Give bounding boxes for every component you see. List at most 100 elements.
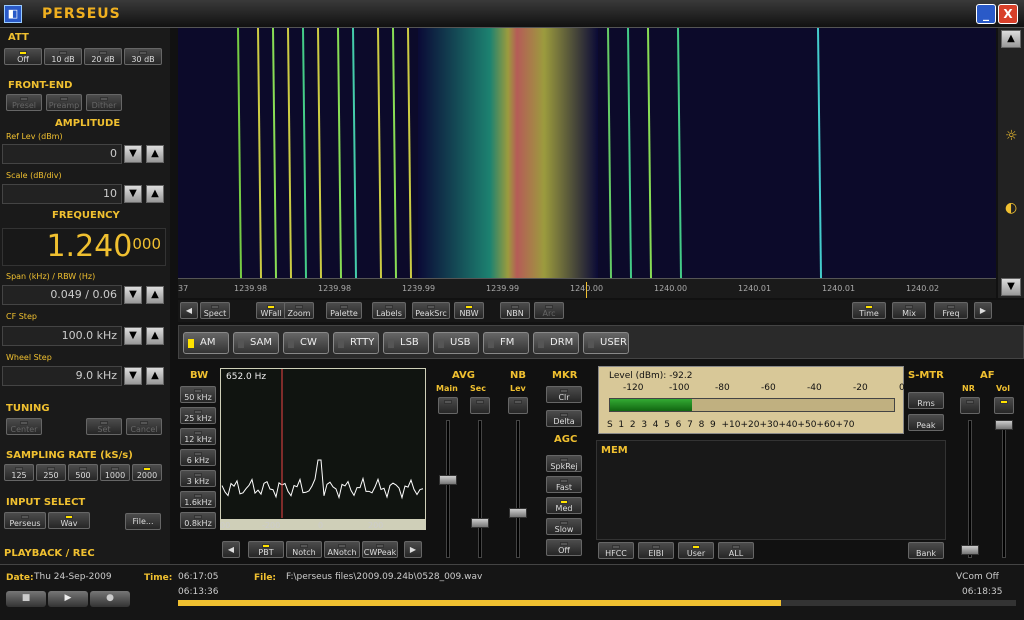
ref-level-up-button[interactable]: ▲ [146, 145, 164, 163]
mode-button-sam[interactable]: SAM [233, 332, 279, 354]
bw-button-6[interactable]: 0.8kHz [180, 512, 216, 529]
cf-step-field[interactable]: 100.0 kHz [2, 326, 122, 346]
bw-button-2[interactable]: 12 kHz [180, 428, 216, 445]
spectrum-button-peaksrc[interactable]: PeakSrc [412, 302, 450, 319]
agc-button-spkrej[interactable]: SpkRej [546, 455, 582, 472]
marker-button-clr[interactable]: Clr [546, 386, 582, 403]
vol-slider[interactable] [995, 420, 1013, 430]
close-button[interactable]: X [998, 4, 1018, 24]
bw-button-0[interactable]: 50 kHz [180, 386, 216, 403]
marker-button-delta[interactable]: Delta [546, 410, 582, 427]
att-button-3[interactable]: 30 dB [124, 48, 162, 65]
wheel-step-field[interactable]: 9.0 kHz [2, 366, 122, 386]
mode-button-rtty[interactable]: RTTY [333, 332, 379, 354]
bandwidth-display[interactable] [220, 368, 426, 530]
app-icon[interactable]: ◧ [4, 5, 22, 23]
spectrum-scroll-right-button[interactable]: ▶ [974, 302, 992, 319]
nb-slider[interactable] [509, 508, 527, 518]
mode-button-user[interactable]: USER [583, 332, 629, 354]
spectrum-button-zoom[interactable]: Zoom [284, 302, 314, 319]
span-up-button[interactable]: ▲ [146, 286, 164, 304]
playback-progress-track[interactable] [178, 600, 1016, 606]
waterfall-display[interactable] [178, 28, 996, 278]
passband-left-button[interactable]: ◀ [222, 541, 240, 558]
vol-toggle[interactable] [994, 397, 1014, 414]
mem-button-hfcc[interactable]: HFCC [598, 542, 634, 559]
agc-button-off[interactable]: Off [546, 539, 582, 556]
avg-main-toggle[interactable] [438, 397, 458, 414]
ref-level-down-button[interactable]: ▼ [124, 145, 142, 163]
input-button-1[interactable]: Wav [48, 512, 90, 529]
frequency-display[interactable]: 1.240000 [2, 228, 166, 266]
spectrum-button-time[interactable]: Time [852, 302, 886, 319]
att-button-2[interactable]: 20 dB [84, 48, 122, 65]
span-down-button[interactable]: ▼ [124, 286, 142, 304]
wheel-step-down-button[interactable]: ▼ [124, 367, 142, 385]
avg-sec-toggle[interactable] [470, 397, 490, 414]
spectrum-scroll-left-button[interactable]: ◀ [180, 302, 198, 319]
mode-button-lsb[interactable]: LSB [383, 332, 429, 354]
frontend-button-0[interactable]: Presel [6, 94, 42, 111]
record-button[interactable]: ● [90, 591, 130, 607]
rate-button-125[interactable]: 125 [4, 464, 34, 481]
peak-button[interactable]: Peak [908, 414, 944, 431]
wheel-step-up-button[interactable]: ▲ [146, 367, 164, 385]
spectrum-button-wfall[interactable]: WFall [256, 302, 286, 319]
contrast-icon[interactable]: ◐ [1005, 200, 1017, 216]
brightness-icon[interactable]: ☼ [1005, 128, 1018, 144]
passband-right-button[interactable]: ▶ [404, 541, 422, 558]
nr-toggle[interactable] [960, 397, 980, 414]
scale-field[interactable]: 10 [2, 184, 122, 204]
waterfall-scroll-up-button[interactable]: ▲ [1001, 30, 1021, 48]
rate-button-1000[interactable]: 1000 [100, 464, 130, 481]
spectrum-button-mix[interactable]: Mix [892, 302, 926, 319]
bw-tool-button-cwpeak[interactable]: CWPeak [362, 541, 398, 558]
att-button-1[interactable]: 10 dB [44, 48, 82, 65]
spectrum-button-spect[interactable]: Spect [200, 302, 230, 319]
att-button-0[interactable]: Off [4, 48, 42, 65]
play-button[interactable]: ▶ [48, 591, 88, 607]
tuning-button-2[interactable]: Cancel [126, 418, 162, 435]
mode-button-drm[interactable]: DRM [533, 332, 579, 354]
spectrum-button-freq[interactable]: Freq [934, 302, 968, 319]
spectrum-button-nbn[interactable]: NBN [500, 302, 530, 319]
bw-button-1[interactable]: 25 kHz [180, 407, 216, 424]
stop-button[interactable]: ■ [6, 591, 46, 607]
scale-up-button[interactable]: ▲ [146, 185, 164, 203]
waterfall-scroll-down-button[interactable]: ▼ [1001, 278, 1021, 296]
bw-button-5[interactable]: 1.6kHz [180, 491, 216, 508]
avg-main-slider[interactable] [439, 475, 457, 485]
bank-button[interactable]: Bank [908, 542, 944, 559]
bw-tool-button-anotch[interactable]: ANotch [324, 541, 360, 558]
agc-button-med[interactable]: Med [546, 497, 582, 514]
bw-tool-button-pbt[interactable]: PBT [248, 541, 284, 558]
rate-button-250[interactable]: 250 [36, 464, 66, 481]
bw-button-3[interactable]: 6 kHz [180, 449, 216, 466]
bw-button-4[interactable]: 3 kHz [180, 470, 216, 487]
cf-step-down-button[interactable]: ▼ [124, 327, 142, 345]
cf-step-up-button[interactable]: ▲ [146, 327, 164, 345]
ref-level-field[interactable]: 0 [2, 144, 122, 164]
mode-button-cw[interactable]: CW [283, 332, 329, 354]
minimize-button[interactable]: _ [976, 4, 996, 24]
frontend-button-1[interactable]: Preamp [46, 94, 82, 111]
spectrum-button-palette[interactable]: Palette [326, 302, 362, 319]
agc-button-slow[interactable]: Slow [546, 518, 582, 535]
scale-down-button[interactable]: ▼ [124, 185, 142, 203]
mem-button-user[interactable]: User [678, 542, 714, 559]
mode-button-fm[interactable]: FM [483, 332, 529, 354]
bw-tool-button-notch[interactable]: Notch [286, 541, 322, 558]
mem-button-eibi[interactable]: EIBI [638, 542, 674, 559]
span-field[interactable]: 0.049 / 0.06 [2, 285, 122, 305]
rms-button[interactable]: Rms [908, 392, 944, 409]
mem-button-all[interactable]: ALL [718, 542, 754, 559]
tuning-button-1[interactable]: Set [86, 418, 122, 435]
spectrum-button-arc[interactable]: Arc [534, 302, 564, 319]
spectrum-button-labels[interactable]: Labels [372, 302, 406, 319]
file-button[interactable]: File... [125, 513, 161, 530]
input-button-0[interactable]: Perseus [4, 512, 46, 529]
agc-button-fast[interactable]: Fast [546, 476, 582, 493]
rate-button-500[interactable]: 500 [68, 464, 98, 481]
rate-button-2000[interactable]: 2000 [132, 464, 162, 481]
nr-slider[interactable] [961, 545, 979, 555]
